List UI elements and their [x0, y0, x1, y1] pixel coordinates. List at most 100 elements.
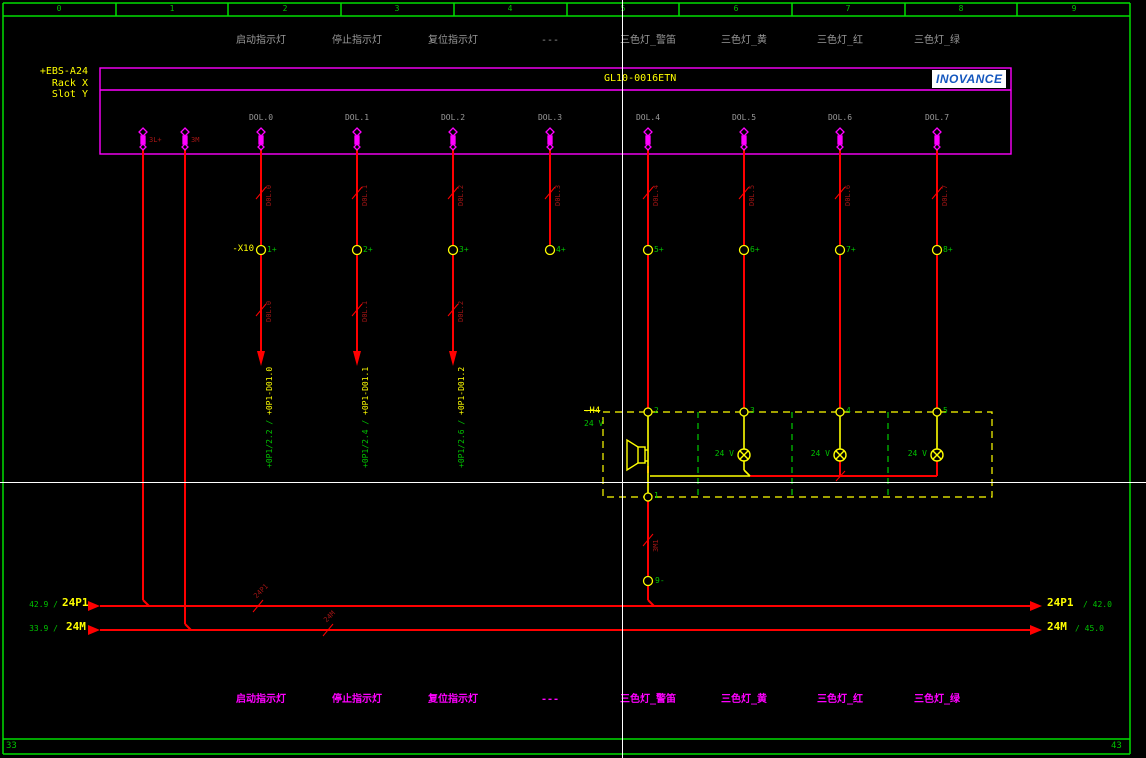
function-label-reset-bottom: 复位指示灯 — [408, 694, 498, 706]
lamp-box-voltage: 24 V — [584, 419, 603, 428]
function-label-start: 启动指示灯 — [216, 35, 306, 47]
ruler-number: 3 — [377, 4, 417, 13]
channel-label: DOL.3 — [525, 113, 575, 122]
function-label-green: 三色灯_绿 — [892, 35, 982, 47]
bus-arrow-right-24m-icon — [1030, 625, 1042, 635]
lamp-voltage-label: 24 V — [802, 449, 830, 458]
ruler-number: 2 — [265, 4, 305, 13]
channel-label: DOL.6 — [815, 113, 865, 122]
terminal-pin-label: 4+ — [556, 245, 566, 254]
bus-left-ref-24p1: 42.9 / — [24, 600, 58, 609]
lamp-yellow-icon — [738, 449, 750, 461]
channel-label: DOL.4 — [623, 113, 673, 122]
siren-icon — [627, 440, 648, 470]
wire-name-label: D0L.5 — [748, 185, 756, 206]
ruler-number: 1 — [152, 4, 192, 13]
wire-name-label: D0L.4 — [652, 185, 660, 206]
wires — [100, 150, 1030, 630]
page-number-right: 43 — [1111, 741, 1122, 751]
destination-ref: +0P1/2.2 / +0P1-D01.0 — [265, 367, 274, 468]
wire-name-label: D0L.7 — [941, 185, 949, 206]
terminal-pin-label: 8+ — [943, 245, 953, 254]
bus-right-ref-24m: / 45.0 — [1075, 624, 1104, 633]
function-label-stop-bottom: 停止指示灯 — [312, 694, 402, 706]
channel-label: DOL.1 — [332, 113, 382, 122]
destination-ref: +0P1/2.4 / +0P1-D01.1 — [361, 367, 370, 468]
plc-pin-icons — [139, 128, 941, 150]
plc-model-label: GL10-0016ETN — [604, 73, 676, 85]
bus-name-24p1: 24P1 — [1047, 597, 1074, 610]
drawing-canvas[interactable]: 0 1 2 3 4 5 6 7 8 9 启动指示灯 停止指示灯 复位指示灯 --… — [0, 0, 1146, 758]
bus-name-24m: 24M — [66, 621, 86, 634]
wire-name-label: D0L.0 — [265, 185, 273, 206]
channel-label: DOL.5 — [719, 113, 769, 122]
ruler-number: 9 — [1054, 4, 1094, 13]
bus-name-24p1: 24P1 — [62, 597, 89, 610]
ruler-number: 5 — [603, 4, 643, 13]
destination-ref: +0P1/2.6 / +0P1-D01.2 — [457, 367, 466, 468]
function-label-reset: 复位指示灯 — [408, 35, 498, 47]
wire-name-label: D0L.3 — [554, 185, 562, 206]
lamp-green-icon — [931, 449, 943, 461]
lamp-box-pin-label: 4 — [846, 406, 851, 415]
dest-page-ref: +0P1/2.6 / — [457, 420, 466, 468]
function-label-yellow-bottom: 三色灯_黄 — [699, 694, 789, 706]
bus-arrow-left-24p1-icon — [88, 601, 100, 611]
terminal-pin-label: 2+ — [363, 245, 373, 254]
channel-label: DOL.0 — [236, 113, 286, 122]
terminal-pin-label: 5+ — [654, 245, 664, 254]
terminal-pin-label: 1+ — [267, 245, 277, 254]
wire-name-label: D0L.2 — [457, 185, 465, 206]
ruler-number: 6 — [716, 4, 756, 13]
function-label-spare-bottom: --- — [505, 694, 595, 706]
bus-arrow-left-24m-icon — [88, 625, 100, 635]
wire-name-label: D0L.6 — [844, 185, 852, 206]
function-label-siren: 三色灯_警笛 — [603, 35, 693, 47]
terminal-pin-label: 3+ — [459, 245, 469, 254]
function-label-stop: 停止指示灯 — [312, 35, 402, 47]
crosshair-vertical-line — [622, 0, 623, 758]
dest-arrow-dol0-icon — [257, 351, 265, 366]
terminal-strip-tag: -X10 — [220, 244, 254, 254]
plc-tag-line: +EBS-A24 — [30, 66, 88, 78]
lamp-red-icon — [834, 449, 846, 461]
plc-location-tag: +EBS-A24 Rack X Slot Y — [30, 66, 88, 101]
plc-tag-line: Slot Y — [30, 89, 88, 101]
dest-arrow-dol1-icon — [353, 351, 361, 366]
lamp-voltage-label: 24 V — [899, 449, 927, 458]
function-label-red: 三色灯_红 — [795, 35, 885, 47]
function-label-green-bottom: 三色灯_绿 — [892, 694, 982, 706]
bus-left-ref-24m: 33.9 / — [24, 624, 58, 633]
dest-page-ref: +0P1/2.4 / — [361, 420, 370, 468]
terminal-common-pin-label: 9- — [655, 576, 665, 585]
dest-device-ref: +0P1-D01.0 — [265, 367, 274, 415]
lamp-box-pin-label: 5 — [943, 406, 948, 415]
lamp-box-pin-label: 2 — [654, 406, 659, 415]
plc-power-pin-label: 3M — [191, 136, 199, 144]
lamp-box-pin-label: 3 — [750, 406, 755, 415]
dest-device-ref: +0P1-D01.2 — [457, 367, 466, 415]
dest-device-ref: +0P1-D01.1 — [361, 367, 370, 415]
wire-name-label: D0L.1 — [361, 185, 369, 206]
page-number-left: 33 — [6, 741, 17, 751]
lamp-voltage-label: 24 V — [706, 449, 734, 458]
plc-module-box — [100, 68, 1011, 154]
function-label-yellow: 三色灯_黄 — [699, 35, 789, 47]
terminal-pin-label: 7+ — [846, 245, 856, 254]
wire-name-label: D0L.0 — [265, 301, 273, 322]
wire-name-label: D0L.2 — [457, 301, 465, 322]
ruler-number: 0 — [39, 4, 79, 13]
ruler-number: 7 — [828, 4, 868, 13]
wire-name-label: 3M1 — [652, 539, 660, 552]
function-label-red-bottom: 三色灯_红 — [795, 694, 885, 706]
bus-arrow-right-24p1-icon — [1030, 601, 1042, 611]
lamp-box-tag: -H4 — [584, 406, 600, 416]
arrow-icons — [88, 351, 1042, 635]
crosshair-horizontal-line — [0, 482, 1146, 483]
dest-arrow-dol2-icon — [449, 351, 457, 366]
ruler-number: 4 — [490, 4, 530, 13]
bus-name-24m: 24M — [1047, 621, 1067, 634]
wire-name-label: D0L.1 — [361, 301, 369, 322]
ruler-number: 8 — [941, 4, 981, 13]
terminal-pin-label: 6+ — [750, 245, 760, 254]
